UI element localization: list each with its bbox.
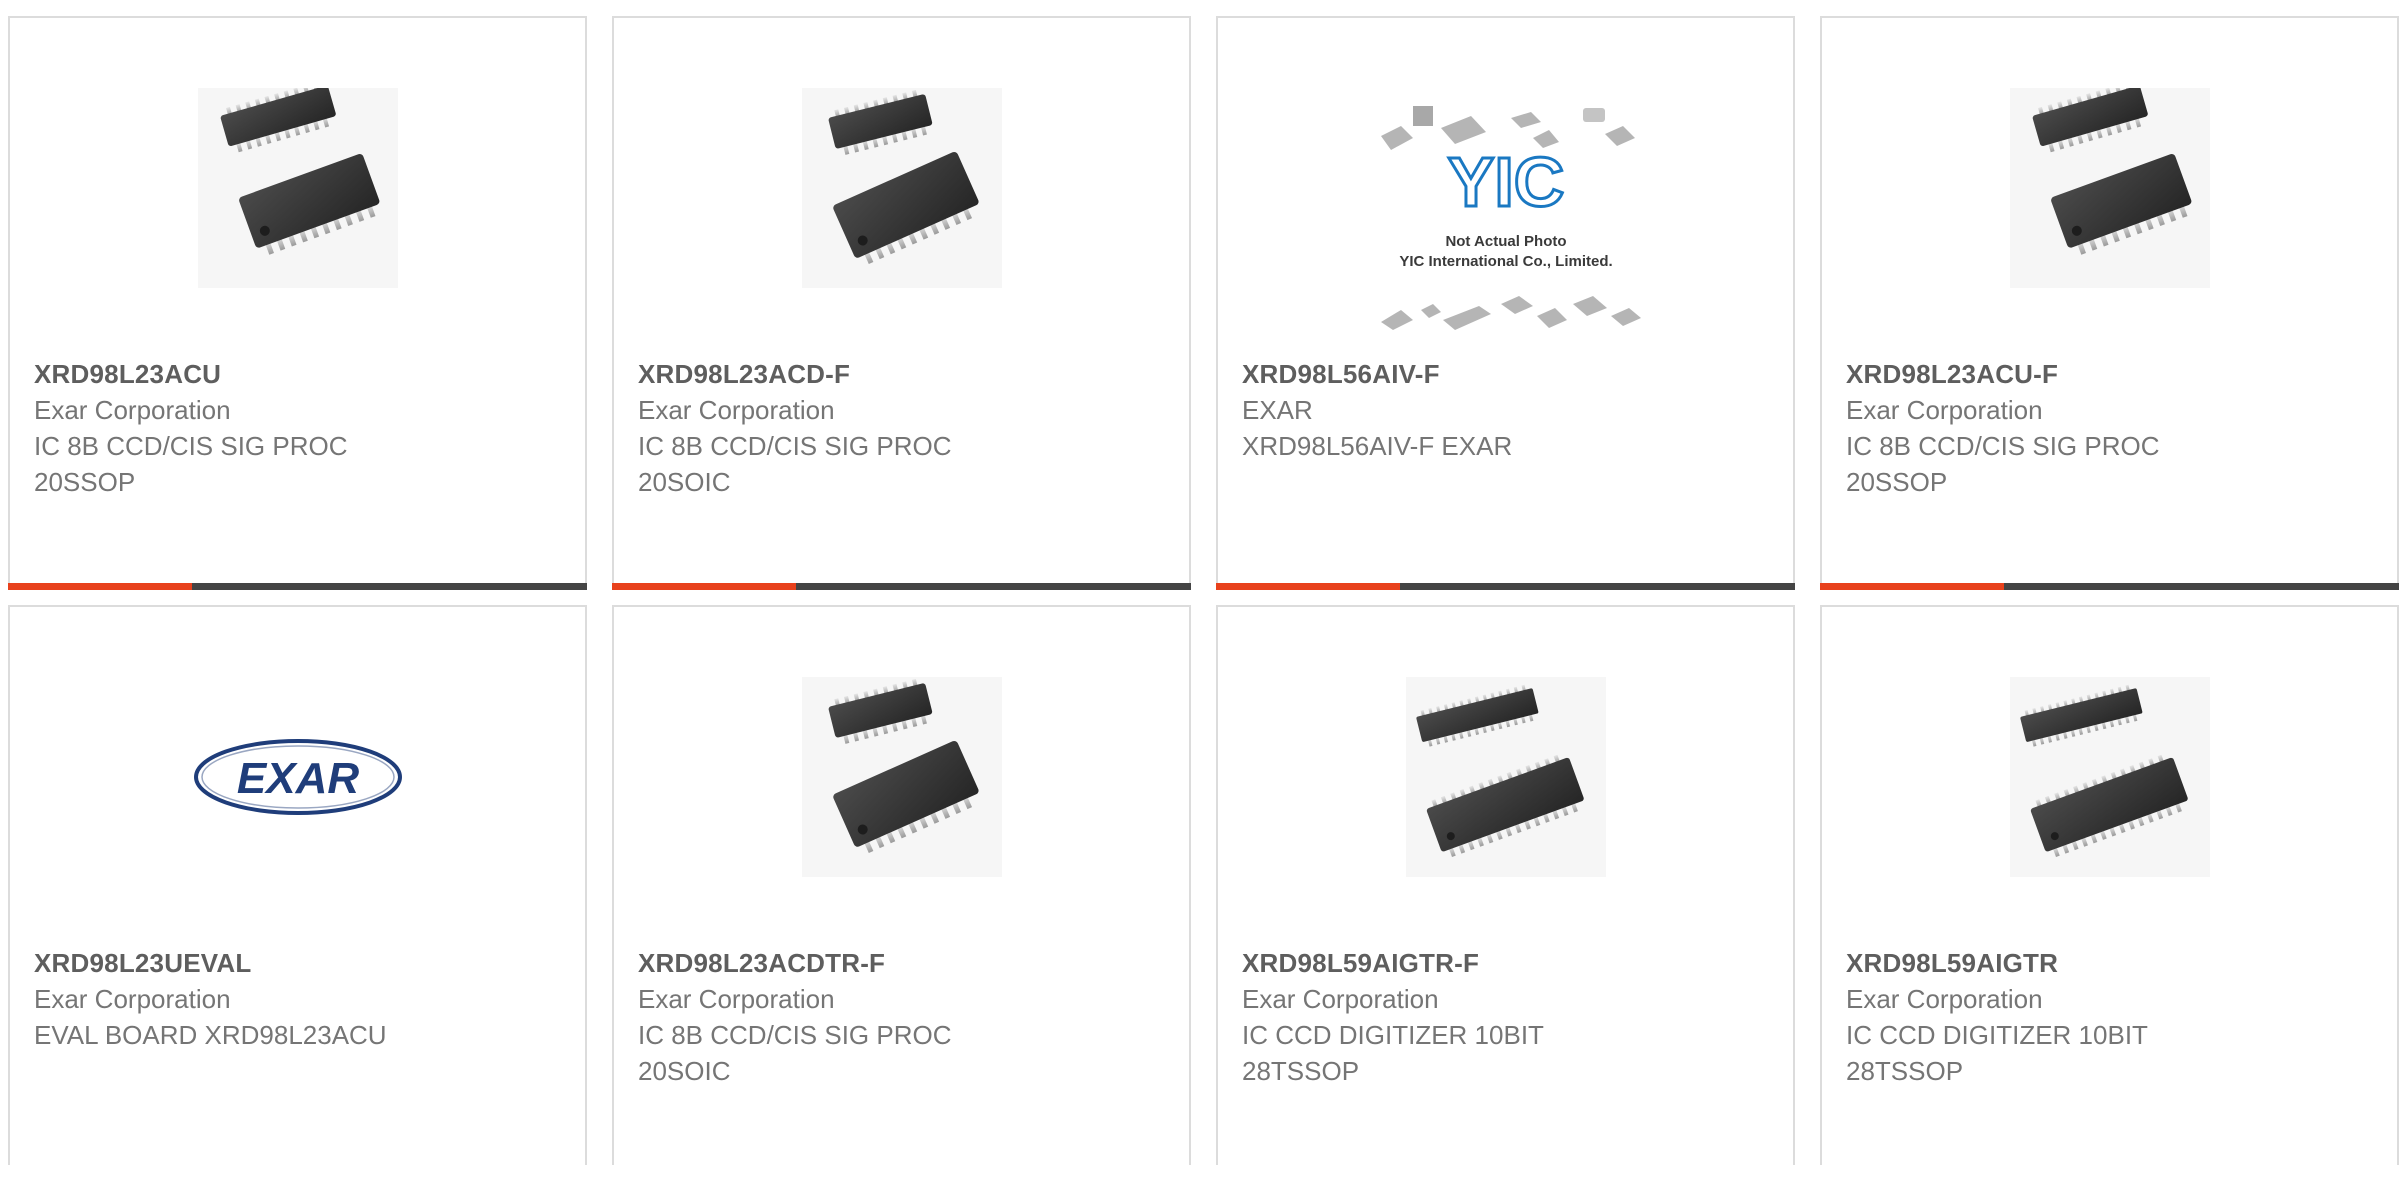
product-card[interactable]: EXAR XRD98L23UEVAL Exar Corporation EVAL…: [8, 605, 587, 1165]
product-card[interactable]: XRD98L59AIGTR-F Exar Corporation IC CCD …: [1216, 605, 1795, 1165]
manufacturer: Exar Corporation: [34, 395, 231, 425]
exar-logo-text: EXAR: [236, 754, 358, 803]
manufacturer: EXAR: [1242, 395, 1313, 425]
tssop-28-chip-icon: [1415, 684, 1584, 858]
product-image[interactable]: YIC Not Actual Photo YIC International C…: [1360, 98, 1651, 338]
manufacturer: Exar Corporation: [1242, 984, 1439, 1014]
product-description: IC 8B CCD/CIS SIG PROC 20SOIC: [638, 431, 952, 497]
product-card[interactable]: XRD98L23ACD-F Exar Corporation IC 8B CCD…: [612, 16, 1191, 590]
yic-logo: YIC: [1447, 143, 1564, 221]
card-bottom-bar: [8, 583, 587, 590]
product-description: IC CCD DIGITIZER 10BIT 28TSSOP: [1242, 1020, 1544, 1086]
product-image[interactable]: [801, 677, 1002, 877]
card-bottom-bar: [1216, 583, 1795, 590]
manufacturer: Exar Corporation: [34, 984, 231, 1014]
soic-20-chip-icon: [828, 89, 979, 265]
product-grid: XRD98L23ACU Exar Corporation IC 8B CCD/C…: [8, 16, 2399, 1179]
product-image[interactable]: [2009, 677, 2210, 877]
product-image[interactable]: [1405, 677, 1606, 877]
part-number-link[interactable]: XRD98L23ACU: [34, 356, 565, 392]
manufacturer: Exar Corporation: [638, 984, 835, 1014]
card-bottom-bar: [612, 583, 1191, 590]
ssop-20-chip-icon: [220, 88, 379, 255]
part-number-link[interactable]: XRD98L56AIV-F: [1242, 356, 1773, 392]
product-card[interactable]: XRD98L23ACU-F Exar Corporation IC 8B CCD…: [1820, 16, 2399, 590]
product-description: EVAL BOARD XRD98L23ACU: [34, 1020, 387, 1050]
product-description: IC 8B CCD/CIS SIG PROC 20SSOP: [1846, 431, 2160, 497]
image-caption-line2: YIC International Co., Limited.: [1399, 253, 1612, 270]
manufacturer: Exar Corporation: [638, 395, 835, 425]
card-bottom-bar: [1820, 583, 2399, 590]
manufacturer: Exar Corporation: [1846, 984, 2043, 1014]
part-number-link[interactable]: XRD98L59AIGTR-F: [1242, 945, 1773, 981]
exar-logo-icon: EXAR: [193, 739, 402, 815]
tssop-28-chip-icon: [2019, 684, 2188, 858]
soic-20-chip-icon: [828, 678, 979, 854]
ssop-20-chip-icon: [2032, 88, 2191, 255]
product-description: IC CCD DIGITIZER 10BIT 28TSSOP: [1846, 1020, 2148, 1086]
image-caption-line1: Not Actual Photo: [1445, 233, 1566, 250]
product-card[interactable]: YIC Not Actual Photo YIC International C…: [1216, 16, 1795, 590]
manufacturer: Exar Corporation: [1846, 395, 2043, 425]
part-number-link[interactable]: XRD98L23ACD-F: [638, 356, 1169, 392]
part-number-link[interactable]: XRD98L23UEVAL: [34, 945, 565, 981]
product-card[interactable]: XRD98L59AIGTR Exar Corporation IC CCD DI…: [1820, 605, 2399, 1165]
product-image[interactable]: [801, 88, 1002, 288]
product-image[interactable]: [197, 88, 398, 288]
product-description: XRD98L56AIV-F EXAR: [1242, 431, 1513, 461]
product-description: IC 8B CCD/CIS SIG PROC 20SSOP: [34, 431, 348, 497]
product-description: IC 8B CCD/CIS SIG PROC 20SOIC: [638, 1020, 952, 1086]
product-card[interactable]: XRD98L23ACDTR-F Exar Corporation IC 8B C…: [612, 605, 1191, 1165]
part-number-link[interactable]: XRD98L59AIGTR: [1846, 945, 2377, 981]
part-number-link[interactable]: XRD98L23ACU-F: [1846, 356, 2377, 392]
product-image[interactable]: EXAR: [177, 677, 418, 877]
placeholder-photo-icon: YIC Not Actual Photo YIC International C…: [1380, 106, 1641, 330]
part-number-link[interactable]: XRD98L23ACDTR-F: [638, 945, 1169, 981]
product-card[interactable]: XRD98L23ACU Exar Corporation IC 8B CCD/C…: [8, 16, 587, 590]
product-image[interactable]: [2009, 88, 2210, 288]
